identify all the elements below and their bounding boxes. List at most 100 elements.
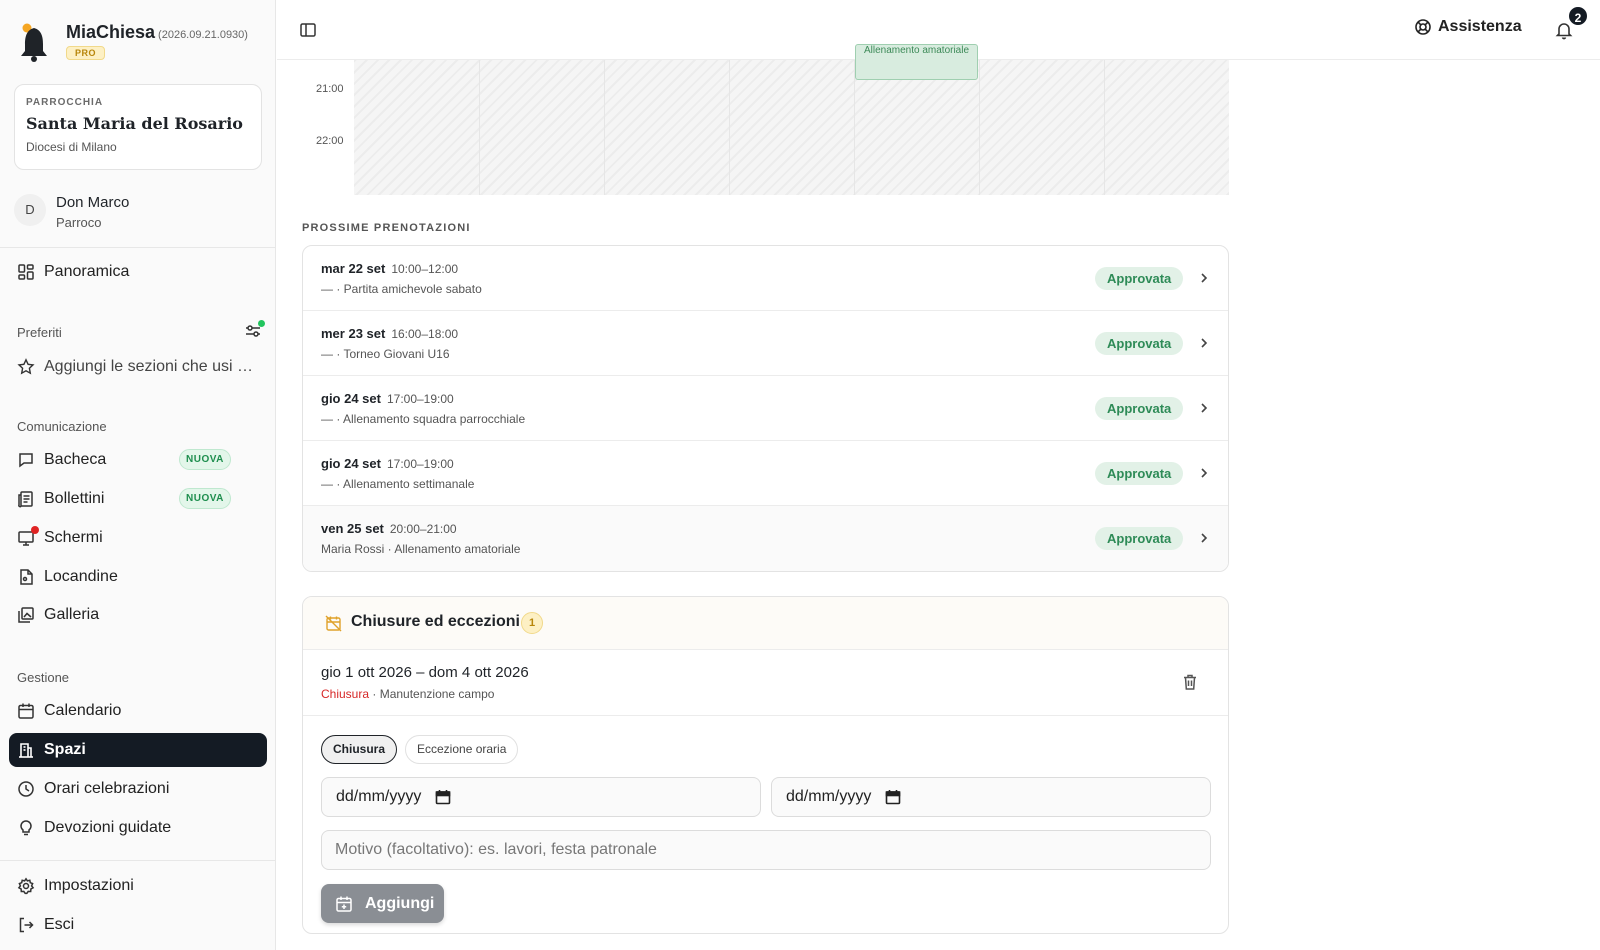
bookings-list: mar 22 set 10:00–12:00 — · Partita amiche… (302, 245, 1229, 572)
nav-label: Esci (44, 916, 75, 933)
nav-item-bacheca[interactable]: Bacheca NUOVA (9, 443, 267, 477)
end-date-input[interactable]: dd/mm/yyyy (771, 777, 1211, 817)
booking-date: ven 25 set 20:00–21:00 (321, 521, 457, 536)
time-label: 22:00 (316, 135, 344, 147)
nav-item-impostazioni[interactable]: Impostazioni (9, 869, 267, 903)
nav-item-schermi[interactable]: Schermi (9, 521, 267, 555)
dashboard-icon (18, 264, 34, 280)
nav-label: Galleria (44, 606, 100, 623)
tab-closure[interactable]: Chiusura (321, 735, 398, 764)
nav-label: Schermi (44, 529, 103, 546)
parish-card[interactable]: PARROCCHIA Santa Maria del Rosario Dioce… (14, 84, 262, 170)
help-button[interactable]: Assistenza (1414, 18, 1522, 36)
calendar-picker-icon[interactable] (885, 789, 901, 805)
closure-type: Chiusura (321, 687, 370, 701)
sidebar-toggle-button[interactable] (299, 21, 317, 39)
booking-row[interactable]: mer 23 set 16:00–18:00 — · Torneo Giovani… (303, 311, 1228, 376)
booking-date: gio 24 set 17:00–19:00 (321, 391, 454, 406)
calendar-grid[interactable] (354, 60, 1229, 195)
nav-item-overview[interactable]: Panoramica (9, 255, 267, 289)
message-icon (19, 453, 33, 468)
nav-item-orari[interactable]: Orari celebrazioni (9, 772, 267, 806)
help-label: Assistenza (1438, 18, 1522, 35)
lifebuoy-icon (1415, 19, 1431, 35)
parish-label: PARROCCHIA (26, 97, 104, 108)
reason-input[interactable] (321, 830, 1211, 870)
add-closure-button[interactable]: Aggiungi (321, 884, 444, 923)
nav-item-locandine[interactable]: Locandine (9, 560, 267, 594)
app-version: (2026.09.21.0930) (158, 29, 248, 41)
user-name: Don Marco (56, 194, 130, 211)
user-role: Parroco (56, 215, 102, 230)
booking-row[interactable]: gio 24 set 17:00–19:00 — · Allenamento se… (303, 441, 1228, 506)
booking-time: 17:00–19:00 (386, 457, 454, 471)
brand[interactable]: MiaChiesa (2026.09.21.0930) PRO (16, 20, 266, 64)
nav-label: Panoramica (44, 263, 130, 280)
sidebar-toggle-icon (300, 23, 316, 37)
calendar-event[interactable]: Allenamento amatoriale (855, 44, 978, 80)
closure-reason: · Manutenzione campo (372, 687, 495, 701)
calendar-picker-icon[interactable] (435, 789, 451, 805)
booking-date: gio 24 set 17:00–19:00 (321, 456, 454, 471)
booking-time: 16:00–18:00 (391, 327, 459, 341)
booking-row[interactable]: mar 22 set 10:00–12:00 — · Partita amiche… (303, 246, 1228, 311)
lightbulb-icon (20, 820, 32, 836)
closures-card: Chiusure ed eccezioni 1 gio 1 ott 2026 –… (302, 596, 1229, 934)
booking-date: mar 22 set 10:00–12:00 (321, 261, 459, 276)
nav-label: Devozioni guidate (44, 819, 172, 836)
new-badge: NUOVA (179, 488, 231, 509)
sidebar: MiaChiesa (2026.09.21.0930) PRO PARROCCHI… (0, 0, 276, 950)
booking-desc: — · Allenamento settimanale (321, 477, 475, 491)
file-icon (20, 569, 33, 585)
new-badge: NUOVA (179, 449, 231, 470)
grid-line (479, 60, 480, 195)
grid-line (854, 60, 855, 195)
nav-item-add-favorites[interactable]: Aggiungi le sezioni che usi di più (9, 350, 267, 384)
nav-label: Bacheca (44, 451, 107, 468)
grid-line (729, 60, 730, 195)
booking-desc: — · Partita amichevole sabato (321, 282, 482, 296)
pro-badge: PRO (66, 46, 106, 60)
gear-icon (17, 877, 35, 895)
parish-diocese: Diocesi di Milano (26, 140, 117, 154)
chevron-right-icon (1201, 403, 1208, 413)
building-icon (19, 743, 33, 758)
management-title: Gestione (17, 670, 70, 685)
date-placeholder: dd/mm/yyyy (336, 788, 422, 805)
status-badge: Approvata (1095, 267, 1184, 290)
nav-item-spazi[interactable]: Spazi (9, 733, 267, 767)
nav-label: Spazi (44, 741, 86, 758)
nav-item-esci[interactable]: Esci (9, 908, 267, 942)
add-button-label: Aggiungi (365, 894, 435, 912)
closure-range: gio 1 ott 2026 – dom 4 ott 2026 (321, 664, 529, 681)
grid-line (1104, 60, 1105, 195)
favorites-title: Preferiti (17, 325, 62, 340)
closure-item: gio 1 ott 2026 – dom 4 ott 2026 Chiusura… (303, 650, 1228, 716)
nav-item-devozioni[interactable]: Devozioni guidate (9, 811, 267, 845)
notifications-count: 2 (1567, 5, 1589, 27)
communication-title: Comunicazione (17, 419, 107, 434)
start-date-input[interactable]: dd/mm/yyyy (321, 777, 761, 817)
nav-item-bollettini[interactable]: Bollettini NUOVA (9, 482, 267, 516)
nav-label: Orari celebrazioni (44, 780, 170, 797)
notifications-button[interactable]: 2 (1553, 5, 1589, 41)
status-badge: Approvata (1095, 527, 1184, 550)
booking-date: mer 23 set 16:00–18:00 (321, 326, 459, 341)
booking-row[interactable]: gio 24 set 17:00–19:00 — · Allenamento sq… (303, 376, 1228, 441)
booking-time: 20:00–21:00 (389, 522, 457, 536)
booking-time: 17:00–19:00 (386, 392, 454, 406)
nav-item-galleria[interactable]: Galleria (9, 598, 267, 632)
user-profile[interactable]: D Don Marco Parroco (14, 190, 264, 234)
booking-desc: — · Torneo Giovani U16 (321, 347, 450, 361)
parish-name: Santa Maria del Rosario (26, 114, 243, 133)
trash-icon (1184, 674, 1196, 690)
time-label: 21:00 (316, 83, 344, 95)
nav-label: Calendario (44, 702, 122, 719)
nav-item-calendario[interactable]: Calendario (9, 694, 267, 728)
delete-closure-button[interactable] (1181, 673, 1199, 691)
logout-icon (19, 917, 34, 933)
tab-time-exception[interactable]: Eccezione oraria (405, 735, 519, 764)
favorites-settings-button[interactable] (244, 320, 265, 340)
calendar-plus-icon (336, 896, 352, 912)
booking-row[interactable]: ven 25 set 20:00–21:00 Maria Rossi · Alle… (303, 506, 1228, 571)
